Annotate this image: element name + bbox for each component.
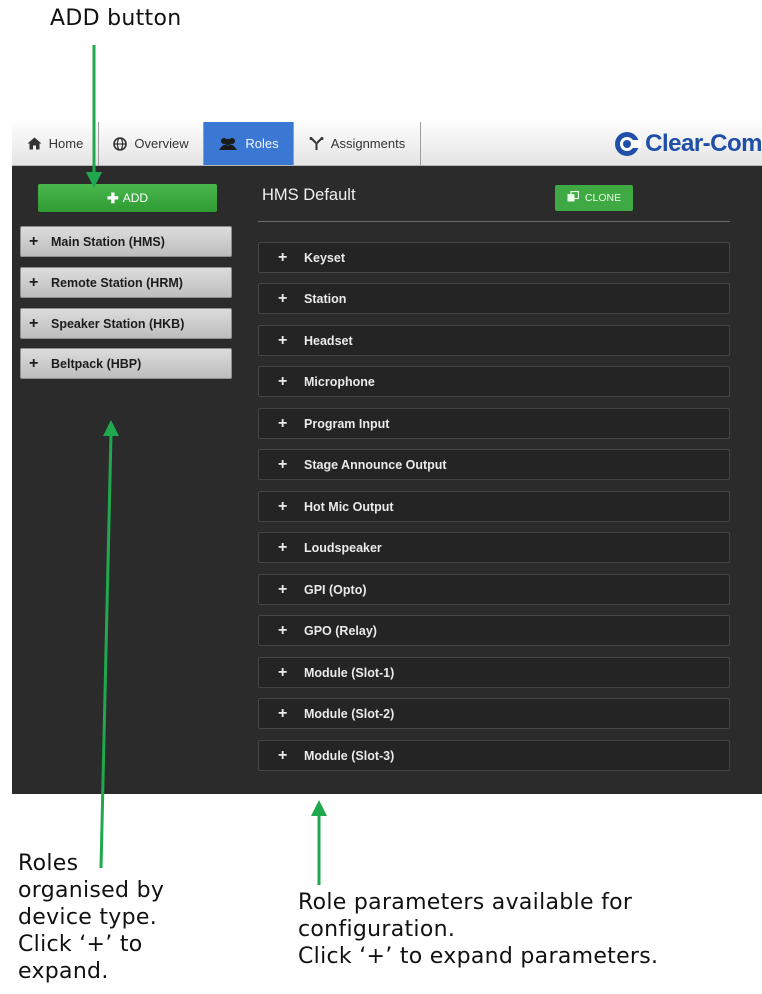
annotation-arrows	[86, 45, 327, 885]
parameters-callout-arrow	[311, 800, 327, 885]
add-callout-arrow	[86, 45, 102, 188]
roles-callout-arrow	[99, 420, 119, 869]
